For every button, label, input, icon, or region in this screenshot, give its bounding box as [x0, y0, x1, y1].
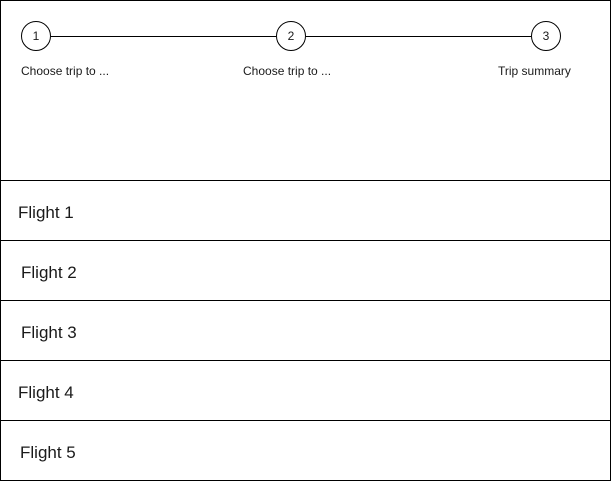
flight-row-2[interactable]: Flight 2	[1, 241, 610, 301]
step-1-label[interactable]: Choose trip to ...	[21, 64, 109, 78]
flight-label: Flight 2	[21, 263, 77, 282]
flight-label: Flight 1	[18, 203, 74, 222]
flight-label: Flight 5	[20, 443, 76, 462]
step-connector	[51, 36, 276, 37]
flight-row-3[interactable]: Flight 3	[1, 301, 610, 361]
flight-list: Flight 1 Flight 2 Flight 3 Flight 4 Flig…	[1, 181, 610, 480]
flight-row-4[interactable]: Flight 4	[1, 361, 610, 421]
trip-stepper: 1 2 3 Choose trip to ... Choose trip to …	[1, 1, 610, 181]
flight-row-1[interactable]: Flight 1	[1, 181, 610, 241]
step-connector	[306, 36, 531, 37]
step-2-label[interactable]: Choose trip to ...	[243, 64, 331, 78]
step-2-indicator[interactable]: 2	[276, 21, 306, 51]
step-3-indicator[interactable]: 3	[531, 21, 561, 51]
trip-planner-panel: 1 2 3 Choose trip to ... Choose trip to …	[0, 0, 611, 481]
step-1-indicator[interactable]: 1	[21, 21, 51, 51]
step-3-label[interactable]: Trip summary	[498, 64, 571, 78]
flight-label: Flight 4	[18, 383, 74, 402]
flight-label: Flight 3	[21, 323, 77, 342]
flight-row-5[interactable]: Flight 5	[1, 421, 610, 480]
